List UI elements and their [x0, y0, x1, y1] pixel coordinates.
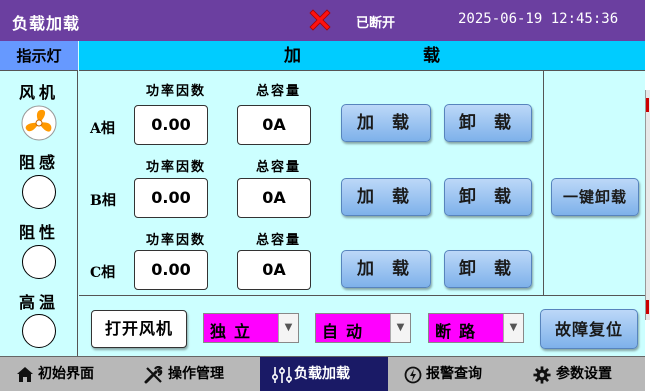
- mode-select-value: 自动: [322, 322, 371, 341]
- main-header: 加 载: [79, 41, 645, 71]
- row-divider: [79, 295, 645, 296]
- nav-item-operations[interactable]: 操作管理: [126, 357, 260, 391]
- fan-icon: [21, 105, 57, 141]
- indicator-label-high-temp: 高温: [18, 293, 59, 312]
- chevron-down-icon[interactable]: ▼: [278, 314, 298, 342]
- sliders-icon: [272, 367, 292, 383]
- alarm-icon: [404, 366, 422, 384]
- hmi-screen: 负载加载 已断开 2025-06-19 12:45:36 指示灯 风机 阻感 阻…: [0, 0, 645, 391]
- nav-item-home[interactable]: 初始界面: [0, 357, 126, 391]
- edge-marker: [646, 300, 649, 314]
- indicator-lamp-inductive: [22, 175, 56, 209]
- home-icon: [17, 367, 33, 382]
- mode-select-independent[interactable]: 独立 ▼: [203, 313, 299, 343]
- column-header-total-capacity: 总容量: [256, 160, 302, 175]
- column-header-total-capacity: 总容量: [256, 233, 302, 248]
- phase-b-power-factor-field: 0.00: [134, 178, 208, 218]
- phase-b-unload-button[interactable]: 卸 载: [444, 178, 532, 216]
- mode-select-auto[interactable]: 自动 ▼: [315, 313, 411, 343]
- datetime-display: 2025-06-19 12:45:36: [458, 11, 619, 27]
- column-header-power-factor: 功率因数: [146, 160, 207, 175]
- gear-icon: [533, 366, 551, 384]
- nav-item-alarm[interactable]: 报警查询: [388, 357, 520, 391]
- fault-reset-button[interactable]: 故障复位: [540, 309, 638, 349]
- phase-c-total-capacity-field: 0A: [237, 250, 311, 290]
- chevron-down-icon[interactable]: ▼: [390, 314, 410, 342]
- phase-b-total-capacity-field: 0A: [237, 178, 311, 218]
- column-header-power-factor: 功率因数: [146, 233, 207, 248]
- mode-select-value: 独立: [210, 322, 259, 341]
- phase-label-b: B相: [90, 193, 116, 209]
- phase-label-a: A相: [90, 121, 115, 137]
- page-title: 负载加载: [12, 14, 81, 33]
- phase-a-unload-button[interactable]: 卸 载: [444, 104, 532, 142]
- mode-select-value: 断路: [435, 322, 484, 341]
- column-header-total-capacity: 总容量: [256, 84, 302, 99]
- indicator-label-inductive: 阻感: [18, 153, 59, 172]
- nav-label: 负载加载: [294, 366, 350, 382]
- one-key-unload-button[interactable]: 一键卸载: [551, 178, 639, 216]
- bottom-nav: 初始界面 操作管理 负载加载 报警查询 参数设置: [0, 356, 645, 391]
- nav-item-load[interactable]: 负载加载: [260, 357, 388, 391]
- indicator-label-resistive: 阻性: [18, 223, 59, 242]
- connection-status: 已断开: [356, 16, 396, 31]
- column-header-power-factor: 功率因数: [146, 84, 207, 99]
- phase-a-power-factor-field: 0.00: [134, 105, 208, 145]
- indicator-lamp-resistive: [22, 245, 56, 279]
- nav-label: 报警查询: [426, 366, 482, 382]
- column-divider: [543, 71, 544, 295]
- indicator-panel: 指示灯 风机 阻感 阻性 高温: [0, 41, 78, 356]
- phase-a-total-capacity-field: 0A: [237, 105, 311, 145]
- nav-label: 参数设置: [556, 366, 612, 382]
- indicator-lamp-high-temp: [22, 314, 56, 348]
- window-edge: [645, 90, 650, 320]
- chevron-down-icon[interactable]: ▼: [503, 314, 523, 342]
- indicator-header: 指示灯: [0, 41, 78, 71]
- nav-label: 操作管理: [168, 366, 224, 382]
- open-fan-button[interactable]: 打开风机: [91, 310, 187, 348]
- tools-icon: [144, 366, 163, 384]
- phase-label-c: C相: [90, 265, 116, 281]
- edge-marker: [646, 98, 649, 112]
- phase-a-load-button[interactable]: 加 载: [341, 104, 431, 142]
- phase-c-unload-button[interactable]: 卸 载: [444, 250, 532, 288]
- title-bar: 负载加载 已断开 2025-06-19 12:45:36: [0, 0, 645, 41]
- phase-b-load-button[interactable]: 加 载: [341, 178, 431, 216]
- red-x-icon: [309, 9, 331, 31]
- nav-label: 初始界面: [38, 366, 94, 382]
- phase-c-power-factor-field: 0.00: [134, 250, 208, 290]
- indicator-label-fan: 风机: [18, 83, 59, 102]
- nav-item-settings[interactable]: 参数设置: [520, 357, 645, 391]
- mode-select-breaker[interactable]: 断路 ▼: [428, 313, 524, 343]
- phase-c-load-button[interactable]: 加 载: [341, 250, 431, 288]
